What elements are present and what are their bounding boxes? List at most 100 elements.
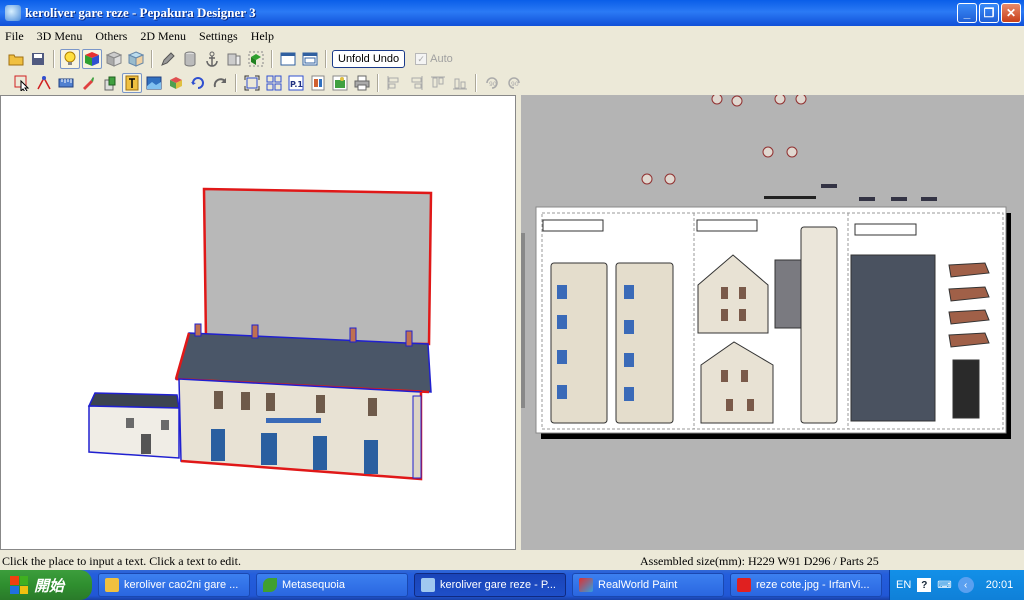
irfanview-icon (737, 578, 751, 592)
help-icon[interactable]: ? (917, 578, 932, 592)
task-folder[interactable]: keroliver cao2ni gare ... (98, 573, 250, 597)
task-label: reze cote.jpg - IrfanVi... (756, 579, 870, 591)
label-box (854, 223, 917, 236)
2d-pattern-canvas[interactable] (521, 95, 1024, 550)
menu-others[interactable]: Others (90, 29, 132, 44)
close-button[interactable]: ✕ (1001, 3, 1021, 23)
task-irfanview[interactable]: reze cote.jpg - IrfanVi... (730, 573, 882, 597)
task-metasequoia[interactable]: Metasequoia (256, 573, 408, 597)
align-top-icon[interactable] (428, 73, 448, 93)
annex-door (141, 434, 151, 454)
parts-box-icon[interactable] (166, 73, 186, 93)
piece-icon[interactable] (224, 49, 244, 69)
maximize-button[interactable]: ❐ (979, 3, 999, 23)
small-part (891, 197, 907, 201)
image-tool-icon[interactable] (144, 73, 164, 93)
task-realworld-paint[interactable]: RealWorld Paint (572, 573, 724, 597)
window-title: keroliver gare reze - Pepakura Designer … (25, 5, 256, 20)
pepakura-app-icon[interactable] (5, 5, 21, 21)
auto-label: Auto (430, 53, 453, 65)
save-icon[interactable] (28, 49, 48, 69)
dark-strip-part (952, 359, 980, 419)
open-folder-icon[interactable] (6, 49, 26, 69)
chimney (349, 327, 357, 343)
redo-arrow-icon[interactable] (210, 73, 230, 93)
toolbar-2d: P.1 90 90 (0, 71, 1024, 95)
2d-view-pane[interactable] (521, 95, 1024, 550)
chimney (405, 330, 413, 347)
small-part (859, 197, 875, 201)
export-image-icon[interactable] (330, 73, 350, 93)
fit-page-icon[interactable] (242, 73, 262, 93)
align-bottom-icon[interactable] (450, 73, 470, 93)
minimize-button[interactable]: _ (957, 3, 977, 23)
small-part (921, 197, 937, 201)
3d-model-canvas[interactable] (1, 96, 517, 551)
menu-3d[interactable]: 3D Menu (32, 29, 88, 44)
auto-checkbox[interactable]: ✓ Auto (415, 53, 453, 65)
tray-arrow-icon[interactable]: ‹ (957, 577, 974, 593)
align-right-icon[interactable] (406, 73, 426, 93)
label-box (696, 219, 758, 232)
menu-settings[interactable]: Settings (194, 29, 243, 44)
windows-flag-icon (10, 576, 28, 594)
anchor-icon[interactable] (202, 49, 222, 69)
station-sign (266, 418, 321, 423)
title-bar: keroliver gare reze - Pepakura Designer … (0, 0, 1024, 26)
clock[interactable]: 20:01 (986, 579, 1014, 591)
rotate-cw-90-icon[interactable]: 90 (504, 73, 524, 93)
cylinder-icon[interactable] (180, 49, 200, 69)
page-number-label: P.1 (290, 80, 303, 89)
taskbar: 開始 keroliver cao2ni gare ... Metasequoia… (0, 570, 1024, 600)
language-indicator[interactable]: EN (896, 579, 911, 591)
page-icon[interactable]: P.1 (286, 73, 306, 93)
3d-view-pane[interactable] (0, 95, 516, 550)
cube-face-icon[interactable] (126, 49, 146, 69)
annex-window (161, 420, 169, 430)
pencil-icon[interactable] (158, 49, 178, 69)
status-hint: Click the place to input a text. Click a… (2, 553, 241, 568)
texture-cube-icon[interactable] (82, 49, 102, 69)
scroll-edge (521, 233, 525, 408)
checkmark-icon: ✓ (415, 53, 428, 65)
ime-icon[interactable]: ⌨ (937, 580, 951, 591)
unfold-undo-button[interactable]: Unfold Undo (332, 50, 406, 68)
toolbar-separator (151, 50, 153, 68)
system-tray: EN ? ⌨ ‹ 20:01 (889, 570, 1024, 600)
ruler-icon[interactable] (56, 73, 76, 93)
model-green-icon[interactable] (246, 49, 266, 69)
status-bar: Click the place to input a text. Click a… (0, 552, 1024, 570)
round-parts (641, 95, 807, 185)
select-arrow-icon[interactable] (12, 73, 32, 93)
flap-icon[interactable] (100, 73, 120, 93)
pepakura-icon (421, 578, 435, 592)
text-tool-icon[interactable] (122, 73, 142, 93)
annex-window (126, 418, 134, 428)
menu-help[interactable]: Help (246, 29, 279, 44)
split-view-icon[interactable] (300, 49, 320, 69)
arrange-parts-icon[interactable] (264, 73, 284, 93)
task-pepakura[interactable]: keroliver gare reze - P... (414, 573, 566, 597)
start-button[interactable]: 開始 (0, 570, 92, 600)
menu-2d[interactable]: 2D Menu (135, 29, 191, 44)
toolbar-separator (475, 74, 477, 92)
paint-icon (579, 578, 593, 592)
task-label: RealWorld Paint (598, 579, 678, 591)
folder-icon (105, 578, 119, 592)
side-wall (412, 395, 422, 479)
cube-icon[interactable] (104, 49, 124, 69)
menu-file[interactable]: File (0, 29, 29, 44)
label-box (542, 219, 604, 232)
lightbulb-icon[interactable] (60, 49, 80, 69)
print-layout-icon[interactable] (308, 73, 328, 93)
join-edge-icon[interactable] (34, 73, 54, 93)
single-view-icon[interactable] (278, 49, 298, 69)
paint-tool-icon[interactable] (78, 73, 98, 93)
align-left-icon[interactable] (384, 73, 404, 93)
small-part (764, 196, 816, 199)
toolbar-separator (271, 50, 273, 68)
rotate-ccw-90-icon[interactable]: 90 (482, 73, 502, 93)
printer-icon[interactable] (352, 73, 372, 93)
chimney (251, 324, 259, 339)
rotate-part-icon[interactable] (188, 73, 208, 93)
